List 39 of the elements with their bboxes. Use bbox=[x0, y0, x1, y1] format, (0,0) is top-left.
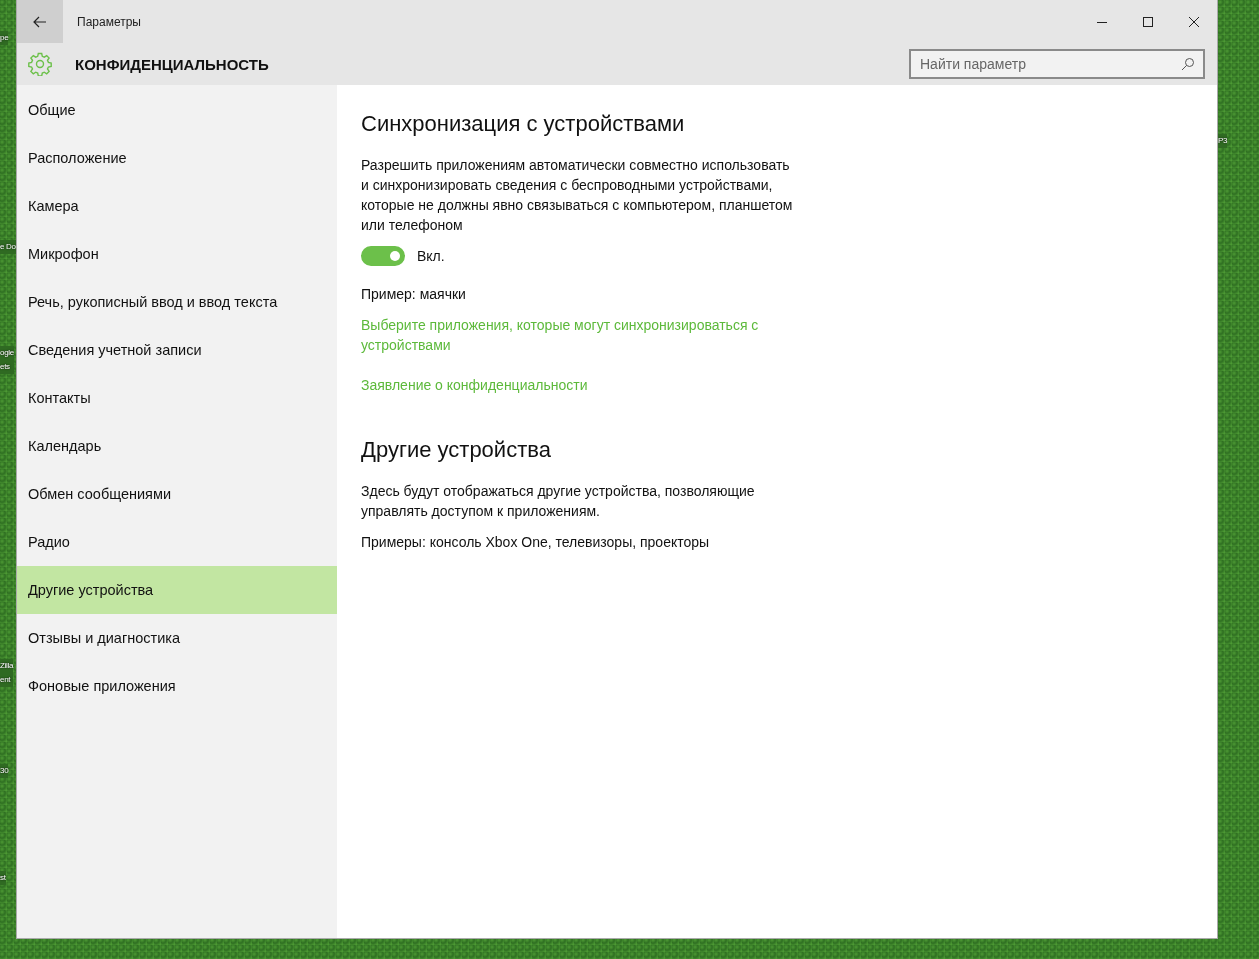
back-button[interactable] bbox=[17, 0, 63, 43]
desktop-icon-label[interactable]: pe bbox=[0, 31, 9, 45]
sidebar-item[interactable]: Речь, рукописный ввод и ввод текста bbox=[17, 278, 337, 326]
close-icon bbox=[1189, 16, 1199, 27]
page-title: КОНФИДЕНЦИАЛЬНОСТЬ bbox=[75, 55, 270, 73]
sidebar-item[interactable]: Отзывы и диагностика bbox=[17, 614, 337, 662]
section-heading: Синхронизация с устройствами bbox=[361, 111, 685, 137]
desktop-icon-label[interactable]: ogle bbox=[0, 346, 14, 360]
settings-icon bbox=[28, 52, 52, 76]
desktop-icon-label[interactable]: ets bbox=[0, 360, 14, 374]
sidebar-item[interactable]: Микрофон bbox=[17, 230, 337, 278]
description-text: Разрешить приложениям автоматически совместно использовать и синхронизировать сведения с беспроводными устройствами, которые не должны явно связываться с компьютером, планшетом или телефоном bbox=[361, 156, 794, 235]
back-arrow-icon bbox=[33, 15, 47, 28]
sidebar-item[interactable]: Контакты bbox=[17, 374, 337, 422]
desktop-icon-label[interactable]: 30 bbox=[0, 764, 9, 778]
description-text: Примеры: консоль Xbox One, телевизоры, проекторы bbox=[361, 533, 711, 552]
sidebar-item[interactable]: Другие устройства bbox=[17, 566, 337, 614]
desktop-icon-label[interactable]: Zilla bbox=[0, 659, 14, 673]
desktop-icon-label[interactable]: P3 bbox=[1218, 134, 1228, 148]
desktop-icon-label[interactable]: ent bbox=[0, 673, 14, 687]
desktop-icon-label[interactable]: e Do bbox=[0, 240, 16, 254]
toggle-label: Вкл. bbox=[417, 248, 445, 264]
sidebar-item[interactable]: Календарь bbox=[17, 422, 337, 470]
sidebar-item[interactable]: Расположение bbox=[17, 134, 337, 182]
sidebar-item[interactable]: Обмен сообщениями bbox=[17, 470, 337, 518]
sidebar-item[interactable]: Камера bbox=[17, 182, 337, 230]
sidebar-item[interactable]: Сведения учетной записи bbox=[17, 326, 337, 374]
sidebar-item[interactable]: Общие bbox=[17, 86, 337, 134]
description-text: Пример: маячки bbox=[361, 285, 467, 304]
maximize-icon bbox=[1143, 16, 1153, 27]
toggle-switch[interactable] bbox=[361, 246, 405, 266]
section-heading: Другие устройства bbox=[361, 437, 551, 463]
sidebar-item[interactable]: Радио bbox=[17, 518, 337, 566]
search-icon bbox=[1181, 57, 1195, 71]
desktop-icon-label[interactable]: st bbox=[0, 871, 6, 885]
sidebar-item[interactable]: Фоновые приложения bbox=[17, 662, 337, 710]
description-text: Здесь будут отображаться другие устройства, позволяющие управлять доступом к приложениям. bbox=[361, 482, 756, 521]
search-field[interactable]: Найти параметр bbox=[909, 49, 1205, 79]
window-title: Параметры bbox=[77, 14, 142, 29]
